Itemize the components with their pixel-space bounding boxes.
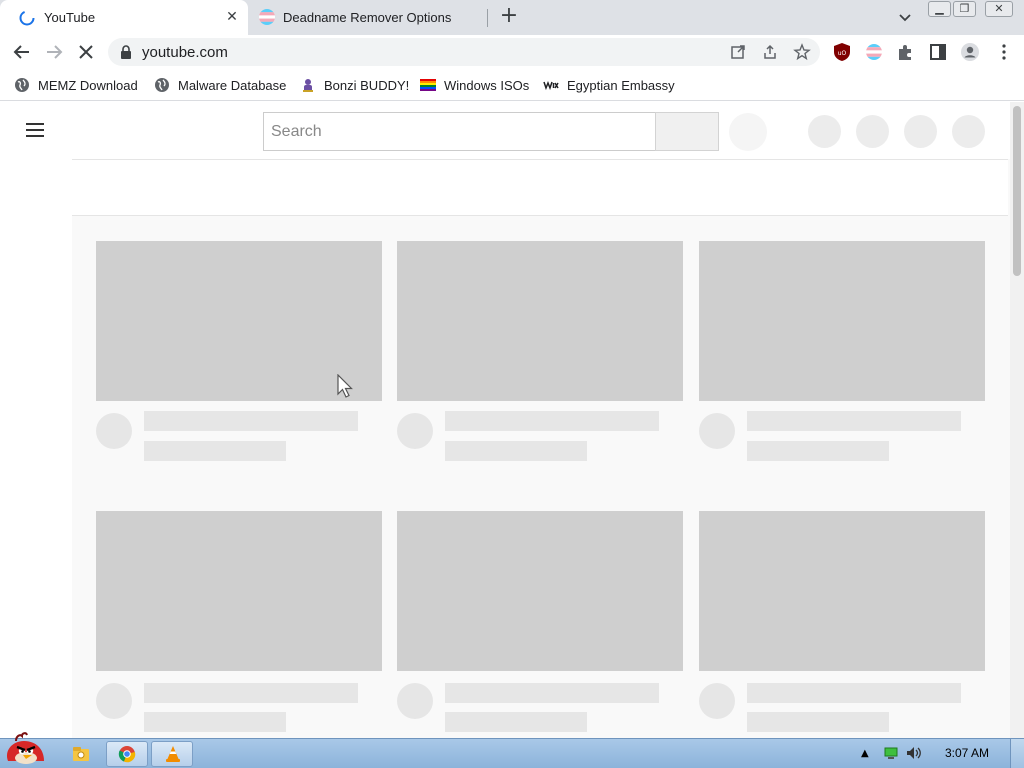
youtube-page: Search bbox=[0, 102, 1024, 738]
open-in-app-icon[interactable] bbox=[730, 44, 746, 60]
taskbar-chrome-button[interactable] bbox=[106, 741, 148, 767]
forward-icon[interactable] bbox=[42, 40, 66, 64]
tab-separator bbox=[487, 9, 488, 27]
globe-icon bbox=[155, 78, 169, 92]
meta-placeholder bbox=[445, 441, 587, 461]
show-desktop-button[interactable] bbox=[1010, 739, 1024, 768]
channel-avatar-placeholder bbox=[699, 413, 735, 449]
angry-bird-start-icon[interactable] bbox=[2, 731, 50, 768]
kebab-menu-icon[interactable] bbox=[994, 42, 1014, 62]
vlc-cone-icon bbox=[166, 746, 180, 762]
taskbar: ▲ 3:07 AM bbox=[0, 732, 1024, 768]
thumbnail-placeholder bbox=[96, 511, 382, 671]
meta-placeholder bbox=[144, 441, 286, 461]
meta-placeholder bbox=[747, 441, 889, 461]
title-placeholder bbox=[144, 683, 358, 703]
ublock-origin-icon[interactable]: uO bbox=[832, 42, 852, 62]
thumbnail-placeholder bbox=[397, 241, 683, 401]
channel-avatar-placeholder bbox=[397, 683, 433, 719]
icon-placeholder[interactable] bbox=[808, 115, 841, 148]
tab-title: Deadname Remover Options bbox=[283, 10, 452, 25]
rainbow-flag-icon bbox=[420, 79, 436, 91]
bookmark-egyptian-embassy[interactable]: Egyptian Embassy bbox=[543, 75, 675, 95]
share-icon[interactable] bbox=[762, 44, 778, 60]
title-placeholder bbox=[144, 411, 358, 431]
trans-flag-extension-icon[interactable] bbox=[864, 42, 884, 62]
tab-deadname-remover[interactable]: Deadname Remover Options bbox=[250, 0, 486, 35]
globe-icon bbox=[15, 78, 29, 92]
stop-loading-icon[interactable] bbox=[74, 40, 98, 64]
bookmark-label: Windows ISOs bbox=[444, 77, 530, 93]
thumbnail-placeholder bbox=[397, 511, 683, 671]
tray-expand-icon[interactable]: ▲ bbox=[861, 748, 869, 759]
title-placeholder bbox=[747, 411, 961, 431]
lock-icon[interactable] bbox=[120, 45, 132, 59]
bookmark-label: Egyptian Embassy bbox=[567, 77, 675, 93]
back-icon[interactable] bbox=[10, 40, 34, 64]
icon-placeholder[interactable] bbox=[904, 115, 937, 148]
channel-avatar-placeholder bbox=[699, 683, 735, 719]
meta-placeholder bbox=[747, 712, 889, 732]
bonzi-icon bbox=[303, 79, 313, 92]
bookmark-memz-download[interactable]: MEMZ Download bbox=[14, 75, 138, 95]
bookmarks-bar: MEMZ Download Malware Database Bonzi BUD… bbox=[0, 69, 1024, 101]
tab-title: YouTube bbox=[44, 10, 96, 25]
wix-icon bbox=[543, 80, 559, 91]
volume-icon[interactable] bbox=[905, 745, 923, 761]
bookmark-windows-isos[interactable]: Windows ISOs bbox=[420, 75, 529, 95]
search-input[interactable]: Search bbox=[263, 112, 656, 151]
chip-bar bbox=[72, 159, 1008, 216]
thumbnail-placeholder bbox=[699, 511, 985, 671]
icon-placeholder[interactable] bbox=[856, 115, 889, 148]
avatar-placeholder[interactable] bbox=[952, 115, 985, 148]
channel-avatar-placeholder bbox=[397, 413, 433, 449]
bookmark-label: Malware Database bbox=[178, 77, 287, 93]
chrome-icon bbox=[118, 746, 136, 763]
address-bar[interactable]: youtube.com bbox=[108, 38, 820, 66]
new-tab-button[interactable]: + bbox=[497, 5, 521, 29]
chevron-down-icon[interactable] bbox=[896, 8, 914, 26]
tab-strip: YouTube ✕ Deadname Remover Options + ▁ ❐ bbox=[0, 0, 1024, 35]
channel-avatar-placeholder bbox=[96, 683, 132, 719]
side-panel-icon[interactable] bbox=[928, 42, 948, 62]
search-button[interactable] bbox=[655, 112, 719, 151]
guide-sidebar bbox=[0, 159, 72, 738]
close-window-button[interactable]: ✕ bbox=[985, 1, 1013, 17]
meta-placeholder bbox=[144, 712, 286, 732]
title-placeholder bbox=[445, 683, 659, 703]
bookmark-label: Bonzi BUDDY! bbox=[324, 77, 410, 93]
masthead: Search bbox=[0, 102, 1010, 159]
page-scrollbar[interactable] bbox=[1010, 102, 1024, 738]
profile-avatar-icon[interactable] bbox=[960, 42, 980, 62]
menu-icon[interactable] bbox=[26, 123, 46, 139]
svg-text:uO: uO bbox=[838, 50, 847, 57]
meta-placeholder bbox=[445, 712, 587, 732]
bookmark-malware-database[interactable]: Malware Database bbox=[154, 75, 286, 95]
scrollbar-thumb[interactable] bbox=[1013, 106, 1021, 276]
voice-search-placeholder[interactable] bbox=[729, 113, 767, 151]
star-bookmark-icon[interactable] bbox=[793, 43, 811, 61]
network-icon[interactable] bbox=[883, 745, 899, 761]
loading-spinner-icon bbox=[19, 10, 35, 26]
taskbar-vlc-button[interactable] bbox=[151, 741, 193, 767]
restore-button[interactable]: ❐ bbox=[953, 1, 976, 17]
url-text: youtube.com bbox=[142, 44, 228, 61]
extensions-puzzle-icon[interactable] bbox=[896, 42, 916, 62]
bookmark-label: MEMZ Download bbox=[38, 77, 138, 93]
close-tab-icon[interactable]: ✕ bbox=[224, 9, 240, 25]
trans-flag-icon bbox=[259, 9, 275, 25]
file-explorer-icon[interactable] bbox=[71, 744, 91, 764]
browser-toolbar: youtube.com uO bbox=[0, 35, 1024, 69]
thumbnail-placeholder bbox=[699, 241, 985, 401]
desktop: YouTube ✕ Deadname Remover Options + ▁ ❐ bbox=[0, 0, 1024, 768]
taskbar-clock[interactable]: 3:07 AM bbox=[945, 746, 989, 760]
minimize-button[interactable]: ▁ bbox=[928, 1, 951, 17]
title-placeholder bbox=[747, 683, 961, 703]
mouse-cursor-icon bbox=[337, 374, 353, 398]
title-placeholder bbox=[445, 411, 659, 431]
tab-youtube[interactable]: YouTube ✕ bbox=[0, 0, 248, 35]
channel-avatar-placeholder bbox=[96, 413, 132, 449]
bookmark-bonzi-buddy[interactable]: Bonzi BUDDY! bbox=[300, 75, 409, 95]
